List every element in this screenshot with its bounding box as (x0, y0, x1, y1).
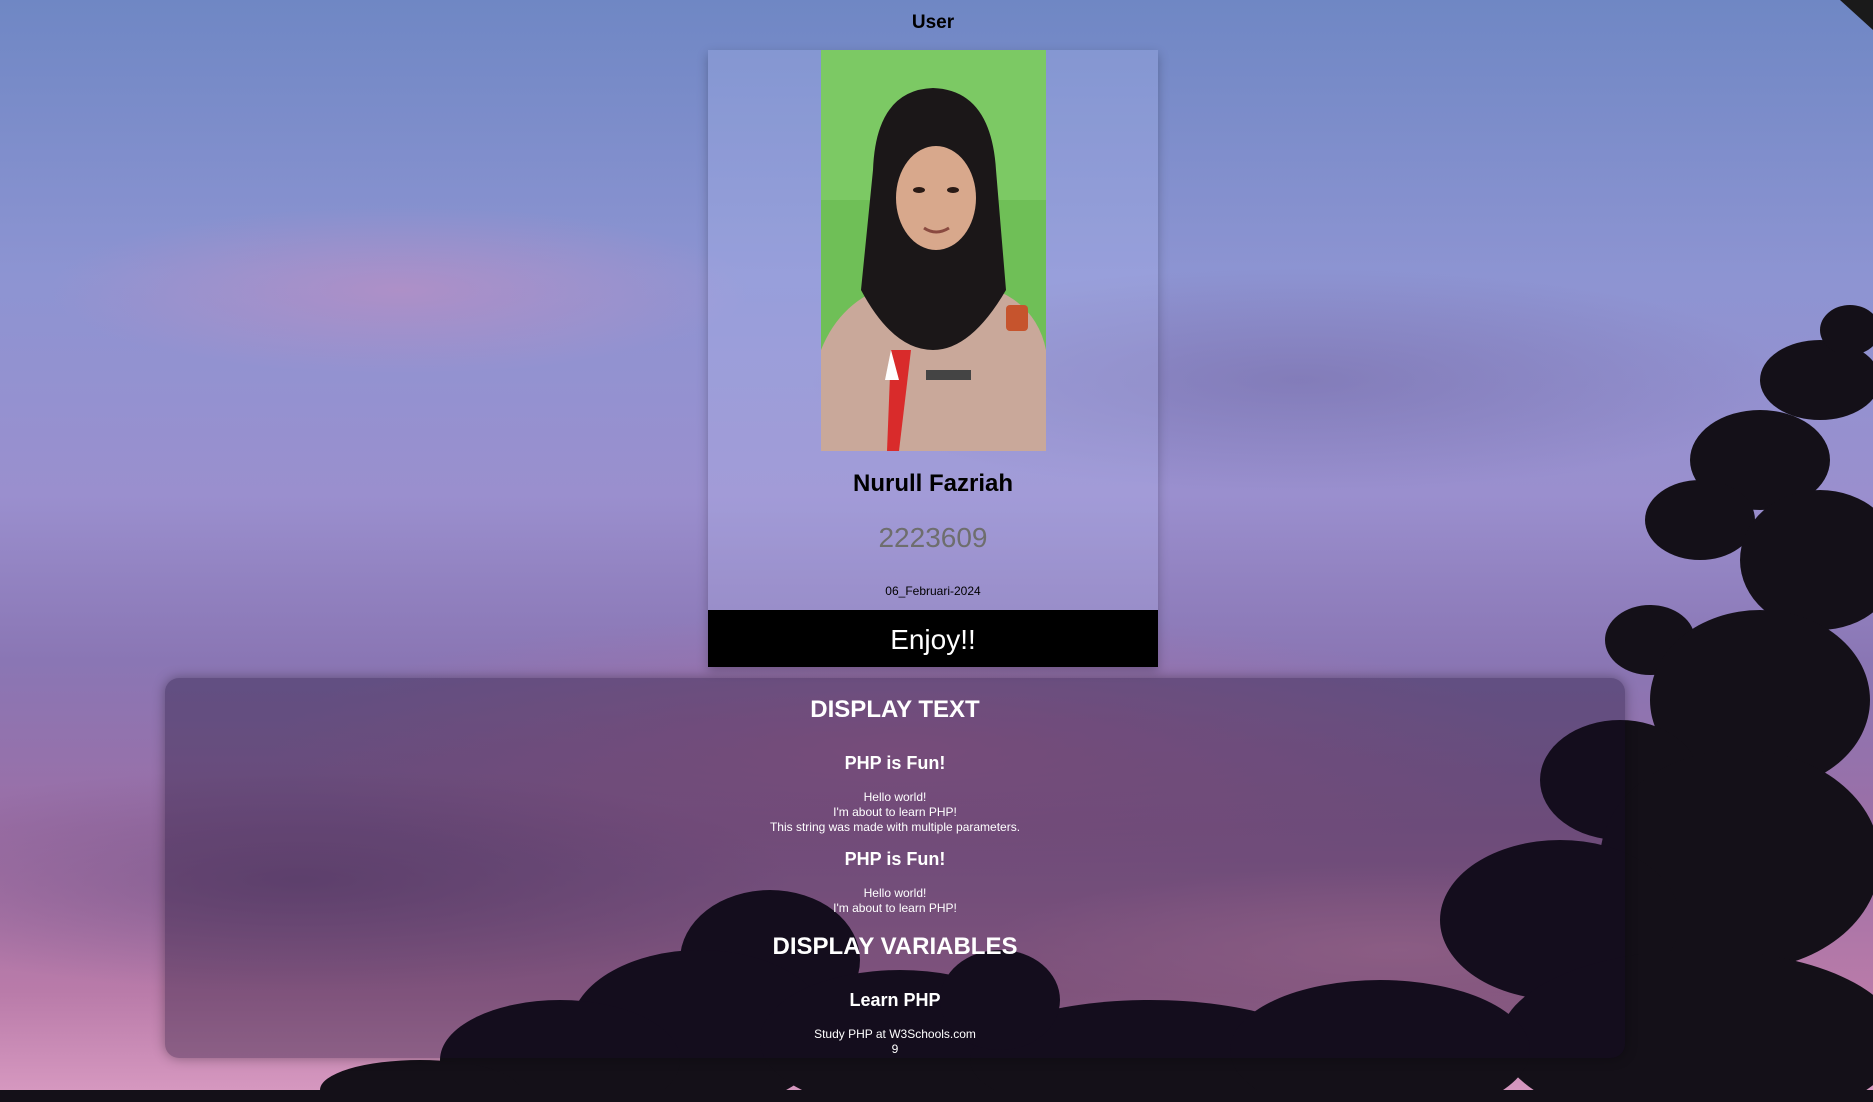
block2-line: I'm about to learn PHP! (833, 901, 957, 915)
page-title: User (911, 12, 955, 33)
variables-title: Learn PHP (849, 990, 941, 1010)
profile-id-number: 2223609 (878, 522, 988, 553)
content-panel: DISPLAY TEXT PHP is Fun! Hello world! I'… (165, 678, 1625, 1058)
block1-line: I'm about to learn PHP! (833, 805, 957, 819)
block1-line: This string was made with multiple param… (769, 820, 1021, 834)
profile-date: 06_Februari-2024 (885, 584, 981, 598)
person-portrait-image (821, 50, 1046, 451)
variables-line: Study PHP at W3Schools.com (814, 1027, 976, 1041)
variables-line: 9 (891, 1042, 899, 1056)
profile-name: Nurull Fazriah (852, 470, 1014, 497)
enjoy-button[interactable]: Enjoy!! (708, 610, 1158, 667)
block1-title: PHP is Fun! (844, 753, 946, 773)
block2-line: Hello world! (863, 886, 927, 900)
block2-title: PHP is Fun! (844, 849, 946, 869)
profile-card: Nurull Fazriah 2223609 06_Februari-2024 … (708, 50, 1158, 667)
display-variables-heading: DISPLAY VARIABLES (772, 933, 1018, 960)
display-text-heading: DISPLAY TEXT (810, 696, 980, 723)
block1-line: Hello world! (863, 790, 927, 804)
profile-photo (821, 50, 1046, 451)
